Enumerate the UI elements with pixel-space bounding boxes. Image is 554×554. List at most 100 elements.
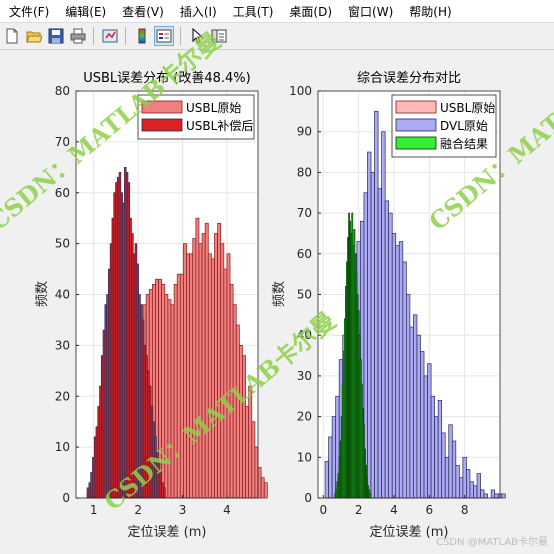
histogram-bar xyxy=(324,461,329,499)
x-tick-label: 4 xyxy=(223,503,231,517)
x-tick-label: 4 xyxy=(390,503,398,517)
x-tick-label: 1 xyxy=(90,503,98,517)
y-tick-label: 40 xyxy=(55,288,70,302)
histogram-bar xyxy=(328,436,333,499)
y-axis-label: 频数 xyxy=(35,281,50,307)
histogram-bar xyxy=(254,446,259,499)
histogram-bar xyxy=(466,469,471,499)
histogram-bar xyxy=(245,406,250,499)
y-tick-label: 60 xyxy=(297,247,312,261)
figure-toolbar xyxy=(0,23,554,50)
histogram-bar xyxy=(423,375,428,499)
histogram-bar xyxy=(420,351,425,499)
legend-label: USBL原始 xyxy=(186,101,241,115)
y-tick-label: 100 xyxy=(289,84,312,98)
histogram-bar xyxy=(207,253,212,499)
insert-legend-icon[interactable] xyxy=(154,26,174,46)
menu-tools[interactable]: 工具(T) xyxy=(225,3,282,20)
histogram-bar xyxy=(409,326,414,499)
open-folder-icon[interactable] xyxy=(24,26,44,46)
histogram-bar xyxy=(198,243,203,499)
histogram-bar xyxy=(388,212,393,499)
link-plot-icon[interactable] xyxy=(100,26,120,46)
histogram-bar xyxy=(451,440,457,499)
histogram-bar xyxy=(441,432,446,499)
legend-label: USBL原始 xyxy=(440,101,495,115)
histogram-bar xyxy=(186,253,190,499)
histogram-bar xyxy=(374,110,379,499)
x-tick-label: 2 xyxy=(134,503,142,517)
histogram-bar xyxy=(370,172,375,499)
histogram-bar xyxy=(211,258,215,499)
legend-label: USBL补偿后 xyxy=(186,118,253,133)
menu-window[interactable]: 窗口(W) xyxy=(340,3,401,20)
histogram-bar xyxy=(214,233,218,499)
y-tick-label: 80 xyxy=(55,84,70,98)
y-tick-label: 10 xyxy=(297,450,312,464)
histogram-bar xyxy=(437,399,443,499)
menu-view[interactable]: 查看(V) xyxy=(114,3,172,20)
menu-edit[interactable]: 编辑(E) xyxy=(57,3,114,20)
histogram-bar xyxy=(416,334,421,499)
histogram-bar xyxy=(195,217,200,499)
legend[interactable]: USBL原始 DVL原始融合结果 xyxy=(391,94,497,158)
histogram-bar xyxy=(220,243,225,499)
histogram-bar xyxy=(260,477,265,499)
legend-swatch xyxy=(395,118,437,132)
histogram-bar xyxy=(462,456,467,499)
x-tick-label: 6 xyxy=(426,503,434,517)
toolbar-separator xyxy=(93,27,94,45)
menu-help[interactable]: 帮助(H) xyxy=(401,3,459,20)
histogram-bar xyxy=(459,477,464,499)
y-tick-label: 0 xyxy=(62,491,70,505)
histogram-bar xyxy=(192,238,197,499)
footer-credit: CSDN @MATLAB卡尔曼 xyxy=(436,537,548,548)
menu-desktop[interactable]: 桌面(D) xyxy=(281,3,340,20)
menu-insert[interactable]: 插入(I) xyxy=(172,3,225,20)
histogram-bar xyxy=(494,493,499,499)
histogram-bar xyxy=(263,482,268,499)
y-tick-label: 20 xyxy=(297,410,312,424)
histogram-bar xyxy=(391,233,397,499)
x-axis-label: 定位误差 (m) xyxy=(128,525,207,540)
y-tick-label: 50 xyxy=(297,288,312,302)
histogram-bar xyxy=(189,253,194,499)
print-icon[interactable] xyxy=(68,26,88,46)
x-tick-label: 3 xyxy=(179,503,187,517)
histogram-bar xyxy=(490,489,496,499)
histogram-bar xyxy=(434,416,439,499)
histogram-bar xyxy=(480,489,485,499)
histogram-bar xyxy=(381,131,386,499)
histogram-bar xyxy=(469,481,474,499)
y-tick-label: 10 xyxy=(55,440,70,454)
histogram-bar xyxy=(430,395,435,499)
legend-label: 融合结果 xyxy=(440,136,488,151)
legend-swatch xyxy=(395,100,437,114)
histogram-bar xyxy=(201,233,206,499)
figure-canvas: 1 2 3 4 0 10 20 30 40 50 60 70 80 USBL误差分布 (改善48.4%)… xyxy=(0,26,554,554)
y-tick-label: 80 xyxy=(297,165,312,179)
histogram-bar xyxy=(413,314,418,499)
histogram-bar xyxy=(476,473,481,499)
histogram-bar xyxy=(395,245,400,499)
toolbar-separator xyxy=(125,27,126,45)
y-tick-label: 30 xyxy=(55,338,70,352)
histogram-bar xyxy=(448,424,453,499)
menu-bar: 文件(F) 编辑(E) 查看(V) 插入(I) 工具(T) 桌面(D) 窗口(W… xyxy=(0,0,554,23)
histogram-bar xyxy=(501,493,506,499)
right-axes[interactable]: 0 2 4 6 80102030405060708090100 综合误差分布对比 定位误… xyxy=(272,71,506,540)
y-tick-label: 30 xyxy=(297,369,312,383)
y-tick-label: 70 xyxy=(297,206,312,220)
legend-swatch xyxy=(141,118,183,132)
menu-file[interactable]: 文件(F) xyxy=(0,3,57,20)
y-tick-label: 50 xyxy=(55,237,70,251)
y-tick-label: 0 xyxy=(304,491,312,505)
insert-colorbar-icon[interactable] xyxy=(132,26,152,46)
save-icon[interactable] xyxy=(46,26,66,46)
histogram-bar xyxy=(257,467,262,499)
new-file-icon[interactable] xyxy=(2,26,22,46)
histogram-bar xyxy=(204,222,209,499)
legend-swatch xyxy=(395,136,437,150)
x-tick-label: 8 xyxy=(461,503,469,517)
histogram-bar xyxy=(455,465,460,499)
